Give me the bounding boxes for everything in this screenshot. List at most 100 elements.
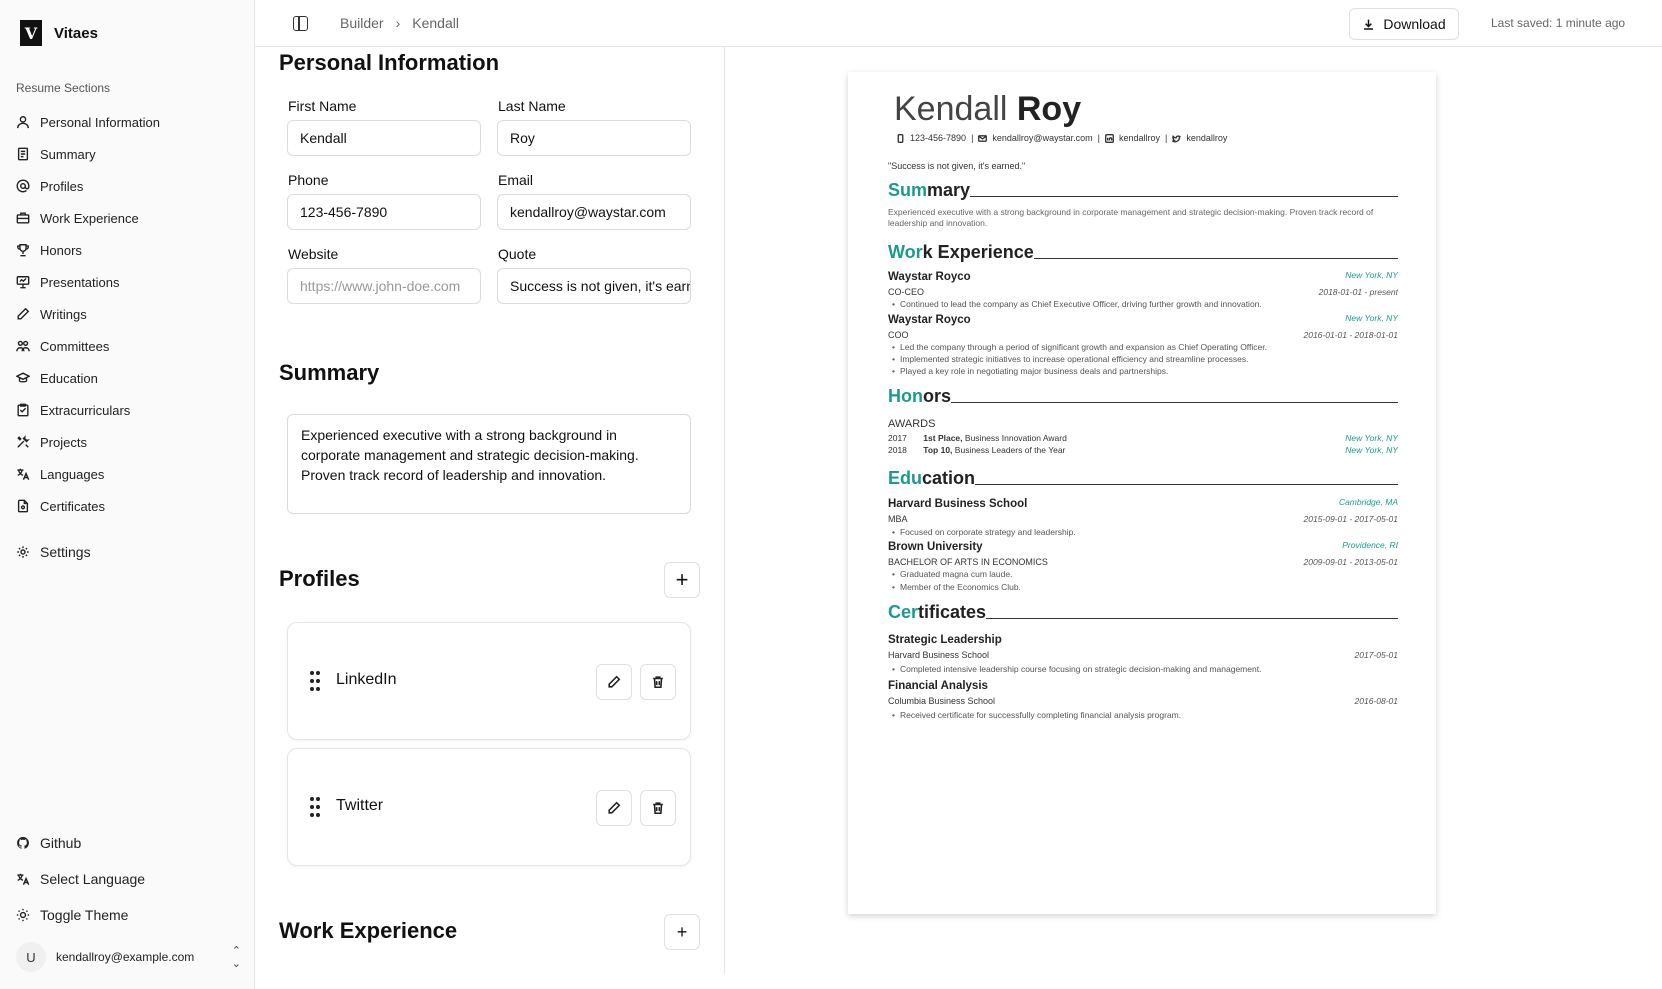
- section-rule: [975, 484, 1398, 485]
- honor-location: New York, NY: [1345, 445, 1398, 455]
- sidebar-item-label: Summary: [40, 146, 96, 162]
- sidebar-item-summary[interactable]: Summary: [16, 138, 241, 170]
- resume-section-honors: Honors: [888, 385, 1398, 407]
- resume-twitter: kendallroy: [1186, 133, 1228, 143]
- brand[interactable]: V Vitaes: [20, 20, 98, 46]
- certificate-icon: [16, 499, 30, 513]
- top-header: Builder › Kendall Download Last saved: 1…: [255, 0, 1662, 47]
- certificate-date: 2016-08-01: [1354, 696, 1398, 706]
- breadcrumb-current: Kendall: [412, 15, 459, 31]
- add-profile-button[interactable]: +: [664, 562, 700, 598]
- certificate-issuer: Columbia Business School: [888, 696, 996, 706]
- sidebar-item-certificates[interactable]: Certificates: [16, 490, 241, 522]
- resume-section-certificates: Certificates: [888, 601, 1398, 623]
- section-title: Work Experience: [888, 242, 1034, 262]
- work-dates: 2018-01-01 - present: [1318, 287, 1398, 297]
- certificate-bullet: Received certificate for successfully co…: [892, 710, 1181, 720]
- breadcrumb-builder[interactable]: Builder: [340, 15, 384, 31]
- drag-handle-icon[interactable]: [310, 671, 320, 691]
- tools-icon: [16, 435, 30, 449]
- sidebar-item-settings[interactable]: Settings: [16, 544, 91, 560]
- sidebar-item-languages[interactable]: Languages: [16, 458, 241, 490]
- sidebar-item-personal-information[interactable]: Personal Information: [16, 106, 241, 138]
- user-icon: [16, 115, 30, 129]
- download-icon: [1364, 19, 1374, 30]
- drag-handle-icon[interactable]: [310, 797, 320, 817]
- sidebar-item-projects[interactable]: Projects: [16, 426, 241, 458]
- pencil-icon: [608, 801, 621, 814]
- select-language-button[interactable]: Select Language: [16, 861, 241, 897]
- user-menu[interactable]: U kendallroy@example.com ⌃ ⌄: [16, 940, 241, 974]
- quote-field[interactable]: Success is not given, it's earned.: [497, 268, 691, 304]
- last-name-field[interactable]: Roy: [497, 120, 691, 156]
- work-bullet: Implemented strategic initiatives to inc…: [892, 354, 1249, 364]
- section-title: Certificates: [888, 602, 987, 622]
- language-icon: [16, 467, 30, 481]
- briefcase-icon: [16, 211, 30, 225]
- honor-place: Top 10,: [923, 445, 953, 455]
- toggle-theme-button[interactable]: Toggle Theme: [16, 897, 241, 933]
- sidebar-item-label: Work Experience: [40, 210, 139, 226]
- email-field[interactable]: kendallroy@waystar.com: [497, 194, 691, 230]
- honor-year: 2018: [888, 445, 907, 455]
- work-company: Waystar Royco: [888, 271, 971, 283]
- work-dates: 2016-01-01 - 2018-01-01: [1303, 330, 1398, 340]
- resume-divider: |: [1097, 133, 1100, 143]
- honor-place: 1st Place,: [923, 433, 963, 443]
- website-field[interactable]: https://www.john-doe.com: [287, 268, 481, 304]
- honors-category: AWARDS: [888, 418, 936, 430]
- sidebar-item-label: Committees: [40, 338, 110, 354]
- edit-profile-button[interactable]: [596, 790, 632, 826]
- sidebar-item-writings[interactable]: Writings: [16, 298, 241, 330]
- education-dates: 2015-09-01 - 2017-05-01: [1303, 514, 1398, 524]
- first-name-label: First Name: [288, 98, 357, 114]
- delete-profile-button[interactable]: [640, 664, 676, 700]
- work-experience-heading: Work Experience: [279, 918, 458, 943]
- profile-name: Twitter: [336, 797, 384, 814]
- sidebar-item-label: Presentations: [40, 274, 120, 290]
- first-name-field[interactable]: Kendall: [287, 120, 481, 156]
- edit-profile-button[interactable]: [596, 664, 632, 700]
- trophy-icon: [16, 243, 30, 257]
- sidebar-item-profiles[interactable]: Profiles: [16, 170, 241, 202]
- quote-label: Quote: [498, 246, 537, 262]
- sidebar-item-education[interactable]: Education: [16, 362, 241, 394]
- resume-section-work: Work Experience: [888, 241, 1398, 263]
- work-bullet: Continued to lead the company as Chief E…: [892, 299, 1262, 309]
- sidebar-footer: Github Select Language Toggle Theme: [16, 825, 241, 933]
- sidebar-item-label: Education: [40, 370, 98, 386]
- website-label: Website: [288, 246, 339, 262]
- delete-profile-button[interactable]: [640, 790, 676, 826]
- sidebar-item-label: Projects: [40, 434, 87, 450]
- sidebar-section-title: Resume Sections: [16, 81, 111, 95]
- chevron-up-down-icon: ⌃ ⌄: [231, 945, 241, 970]
- sidebar-item-committees[interactable]: Committees: [16, 330, 241, 362]
- resume-page: Kendall Roy 123-456-7890 | kendallroy@wa…: [848, 72, 1436, 914]
- sidebar-item-presentations[interactable]: Presentations: [16, 266, 241, 298]
- download-button[interactable]: Download: [1349, 8, 1459, 40]
- work-location: New York, NY: [1345, 313, 1398, 323]
- select-language-label: Select Language: [40, 871, 146, 887]
- resume-last-name: Roy: [1016, 90, 1082, 128]
- toggle-theme-label: Toggle Theme: [40, 907, 129, 923]
- education-location: Cambridge, MA: [1338, 497, 1398, 507]
- sidebar-item-work-experience[interactable]: Work Experience: [16, 202, 241, 234]
- certificate-issuer: Harvard Business School: [888, 650, 990, 660]
- profile-card-twitter: Twitter: [287, 748, 691, 866]
- app-root: V Vitaes Resume Sections Personal Inform…: [0, 0, 1662, 989]
- sidebar-item-extracurriculars[interactable]: Extracurriculars: [16, 394, 241, 426]
- pencil-icon: [608, 675, 621, 688]
- add-work-button[interactable]: +: [664, 914, 700, 950]
- certificate-name: Strategic Leadership: [888, 634, 1002, 646]
- section-title: Education: [888, 468, 976, 488]
- phone-field[interactable]: 123-456-7890: [287, 194, 481, 230]
- people-icon: [16, 339, 30, 353]
- honor-year: 2017: [888, 433, 907, 443]
- github-link[interactable]: Github: [16, 825, 241, 861]
- mail-icon: [978, 134, 988, 142]
- summary-textarea[interactable]: Experienced executive with a strong back…: [287, 414, 691, 514]
- sidebar-item-honors[interactable]: Honors: [16, 234, 241, 266]
- breadcrumb: Builder › Kendall: [340, 15, 459, 31]
- sidebar-toggle-icon[interactable]: [293, 16, 308, 31]
- work-company: Waystar Royco: [888, 314, 971, 326]
